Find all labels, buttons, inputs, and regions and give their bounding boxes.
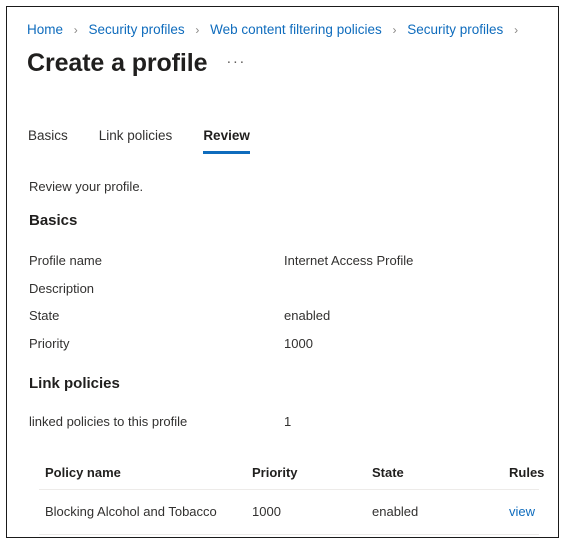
table-cell-state: enabled: [372, 504, 419, 519]
basics-value-profile-name: Internet Access Profile: [284, 253, 414, 268]
policy-table: Policy name Priority State Rules Blockin…: [39, 457, 544, 535]
section-heading-basics: Basics: [29, 212, 78, 229]
title-row: Create a profile ···: [27, 47, 248, 79]
table-cell-rules-view-link[interactable]: view: [509, 504, 535, 519]
basics-row-state: State enabled: [29, 308, 544, 326]
breadcrumb-item-security-profiles-2[interactable]: Security profiles: [407, 22, 503, 37]
table-cell-priority: 1000: [252, 504, 281, 519]
basics-row-description: Description: [29, 281, 544, 299]
table-row: Blocking Alcohol and Tobacco 1000 enable…: [39, 490, 539, 535]
page-content: Home › Security profiles › Web content f…: [7, 7, 558, 537]
linked-policies-count-label: linked policies to this profile: [29, 414, 188, 429]
breadcrumb-item-security-profiles[interactable]: Security profiles: [89, 22, 185, 37]
table-column-policy-name: Policy name: [45, 465, 121, 480]
table-column-state: State: [372, 465, 404, 480]
breadcrumb-separator-icon: ›: [514, 23, 519, 37]
basics-label-description: Description: [29, 281, 95, 296]
section-heading-link-policies: Link policies: [29, 375, 120, 392]
breadcrumb-item-web-content-filtering-policies[interactable]: Web content filtering policies: [210, 22, 382, 37]
table-header-row: Policy name Priority State Rules: [39, 457, 544, 490]
tab-link-policies[interactable]: Link policies: [99, 127, 173, 154]
tab-basics[interactable]: Basics: [28, 127, 68, 154]
breadcrumb-separator-icon: ›: [195, 23, 200, 37]
tab-review[interactable]: Review: [203, 127, 250, 154]
basics-row-profile-name: Profile name Internet Access Profile: [29, 253, 544, 271]
breadcrumb: Home › Security profiles › Web content f…: [27, 21, 525, 39]
page-frame: Home › Security profiles › Web content f…: [6, 6, 559, 538]
linked-policies-count-value: 1: [284, 414, 292, 429]
basics-row-priority: Priority 1000: [29, 336, 544, 354]
breadcrumb-item-home[interactable]: Home: [27, 22, 63, 37]
breadcrumb-separator-icon: ›: [73, 23, 78, 37]
breadcrumb-separator-icon: ›: [392, 23, 397, 37]
basics-value-state: enabled: [284, 308, 331, 323]
more-options-icon[interactable]: ···: [224, 51, 248, 72]
basics-label-priority: Priority: [29, 336, 70, 351]
basics-label-profile-name: Profile name: [29, 253, 102, 268]
table-cell-policy-name: Blocking Alcohol and Tobacco: [45, 504, 217, 519]
tab-bar: Basics Link policies Review: [28, 127, 281, 154]
basics-label-state: State: [29, 308, 60, 323]
basics-value-priority: 1000: [284, 336, 313, 351]
table-column-priority: Priority: [252, 465, 298, 480]
table-column-rules: Rules: [509, 465, 545, 480]
linked-policies-count-row: linked policies to this profile 1: [29, 414, 544, 432]
review-note: Review your profile.: [29, 179, 144, 194]
page-title: Create a profile: [27, 49, 208, 77]
